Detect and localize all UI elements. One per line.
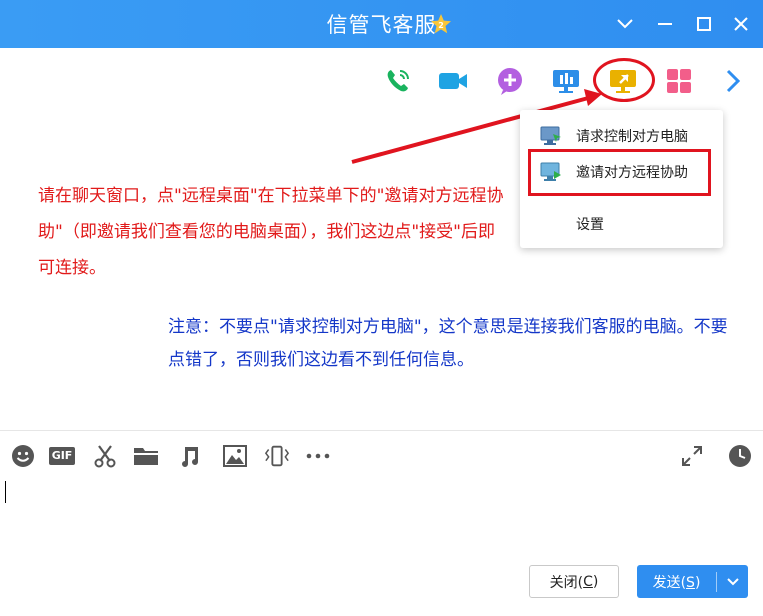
send-button[interactable]: 发送(S) xyxy=(637,572,716,592)
scissors-icon[interactable] xyxy=(92,443,118,469)
image-icon[interactable] xyxy=(222,443,248,469)
request-control-icon xyxy=(540,126,562,146)
shake-icon[interactable] xyxy=(264,443,290,469)
more-icon[interactable] xyxy=(305,443,331,469)
instruction-text: 请在聊天窗口，点"远程桌面"在下拉菜单下的"邀请对方远程协助"（即邀请我们查看您… xyxy=(38,186,504,278)
expand-icon[interactable] xyxy=(679,443,705,469)
invite-assist-highlight xyxy=(528,149,711,196)
warning-text: 注意：不要点"请求控制对方电脑"，这个意思是连接我们客服的电脑。不要点错了，否则… xyxy=(168,317,728,370)
send-button-group: 发送(S) xyxy=(637,565,748,598)
message-input[interactable] xyxy=(0,472,763,557)
close-button[interactable]: 关闭(C) xyxy=(529,565,619,598)
music-icon[interactable] xyxy=(177,443,203,469)
send-options-chevron-down-icon[interactable] xyxy=(717,577,748,586)
gif-icon[interactable]: GIF xyxy=(48,443,76,469)
emoji-icon[interactable] xyxy=(10,443,36,469)
settings-label: 设置 xyxy=(576,217,604,233)
folder-icon[interactable] xyxy=(133,443,159,469)
history-clock-icon[interactable] xyxy=(727,443,753,469)
request-control-label: 请求控制对方电脑 xyxy=(576,129,688,145)
settings-menu-item[interactable]: 设置 xyxy=(520,206,723,242)
input-divider xyxy=(0,430,763,431)
